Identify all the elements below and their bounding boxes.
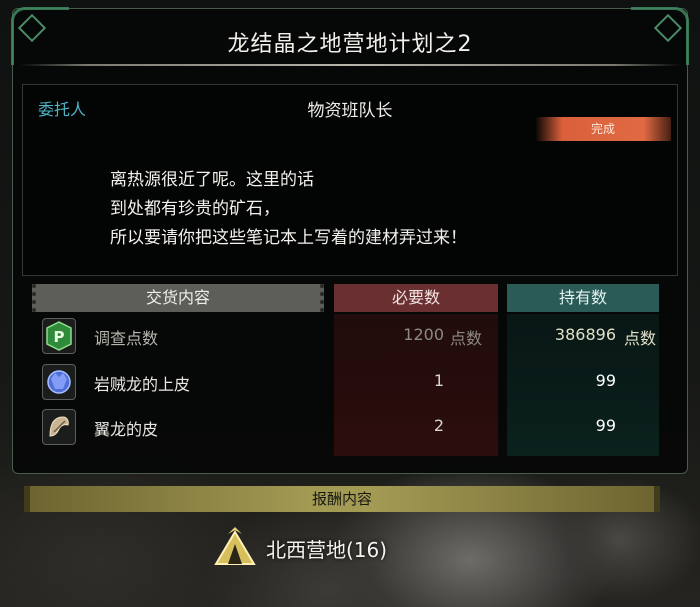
required-value: 1: [433, 371, 444, 390]
owned-value: 99: [595, 371, 616, 390]
required-unit: 点数: [450, 329, 483, 348]
camp-tent-icon: [212, 524, 258, 570]
wyvern-hide-icon: [42, 409, 76, 445]
page-title: 龙结晶之地营地计划之2: [227, 32, 473, 57]
item-name: 翼龙的皮: [94, 420, 159, 439]
status-badge: 完成: [535, 117, 671, 141]
dialog-line: 到处都有珍贵的矿石，: [110, 199, 280, 219]
svg-text:P: P: [54, 328, 65, 346]
dialog-line: 离热源很近了呢。这里的话: [110, 170, 314, 190]
reward-name: 北西营地(16): [266, 538, 388, 562]
owned-value: 99: [595, 416, 616, 435]
owned-value: 386896: [554, 325, 616, 344]
item-name: 岩贼龙的上皮: [94, 375, 191, 394]
required-value: 1200: [403, 325, 444, 344]
uragaan-scale-icon: [42, 364, 76, 400]
owned-unit: 点数: [624, 329, 657, 348]
dialog-line: 所以要请你把这些笔记本上写着的建材弄过来！: [110, 228, 467, 248]
dialog-text: 离热源很近了呢。这里的话 到处都有珍贵的矿石， 所以要请你把这些笔记本上写着的建…: [110, 166, 467, 253]
research-points-icon: P: [42, 318, 76, 354]
header-owned-count: 持有数: [507, 284, 659, 312]
header-delivery-items: 交货内容: [32, 284, 324, 312]
header-required-count: 必要数: [334, 284, 498, 312]
item-name: 调查点数: [94, 329, 159, 348]
title-divider: [20, 64, 680, 66]
table-row[interactable]: P 调查点数 1200 点数 386896 点数: [32, 314, 660, 358]
table-row[interactable]: 翼龙的皮 2 99: [32, 405, 660, 449]
required-value: 2: [433, 416, 444, 435]
reward-header: 报酬内容: [24, 486, 660, 512]
table-row[interactable]: 岩贼龙的上皮 1 99: [32, 360, 660, 404]
